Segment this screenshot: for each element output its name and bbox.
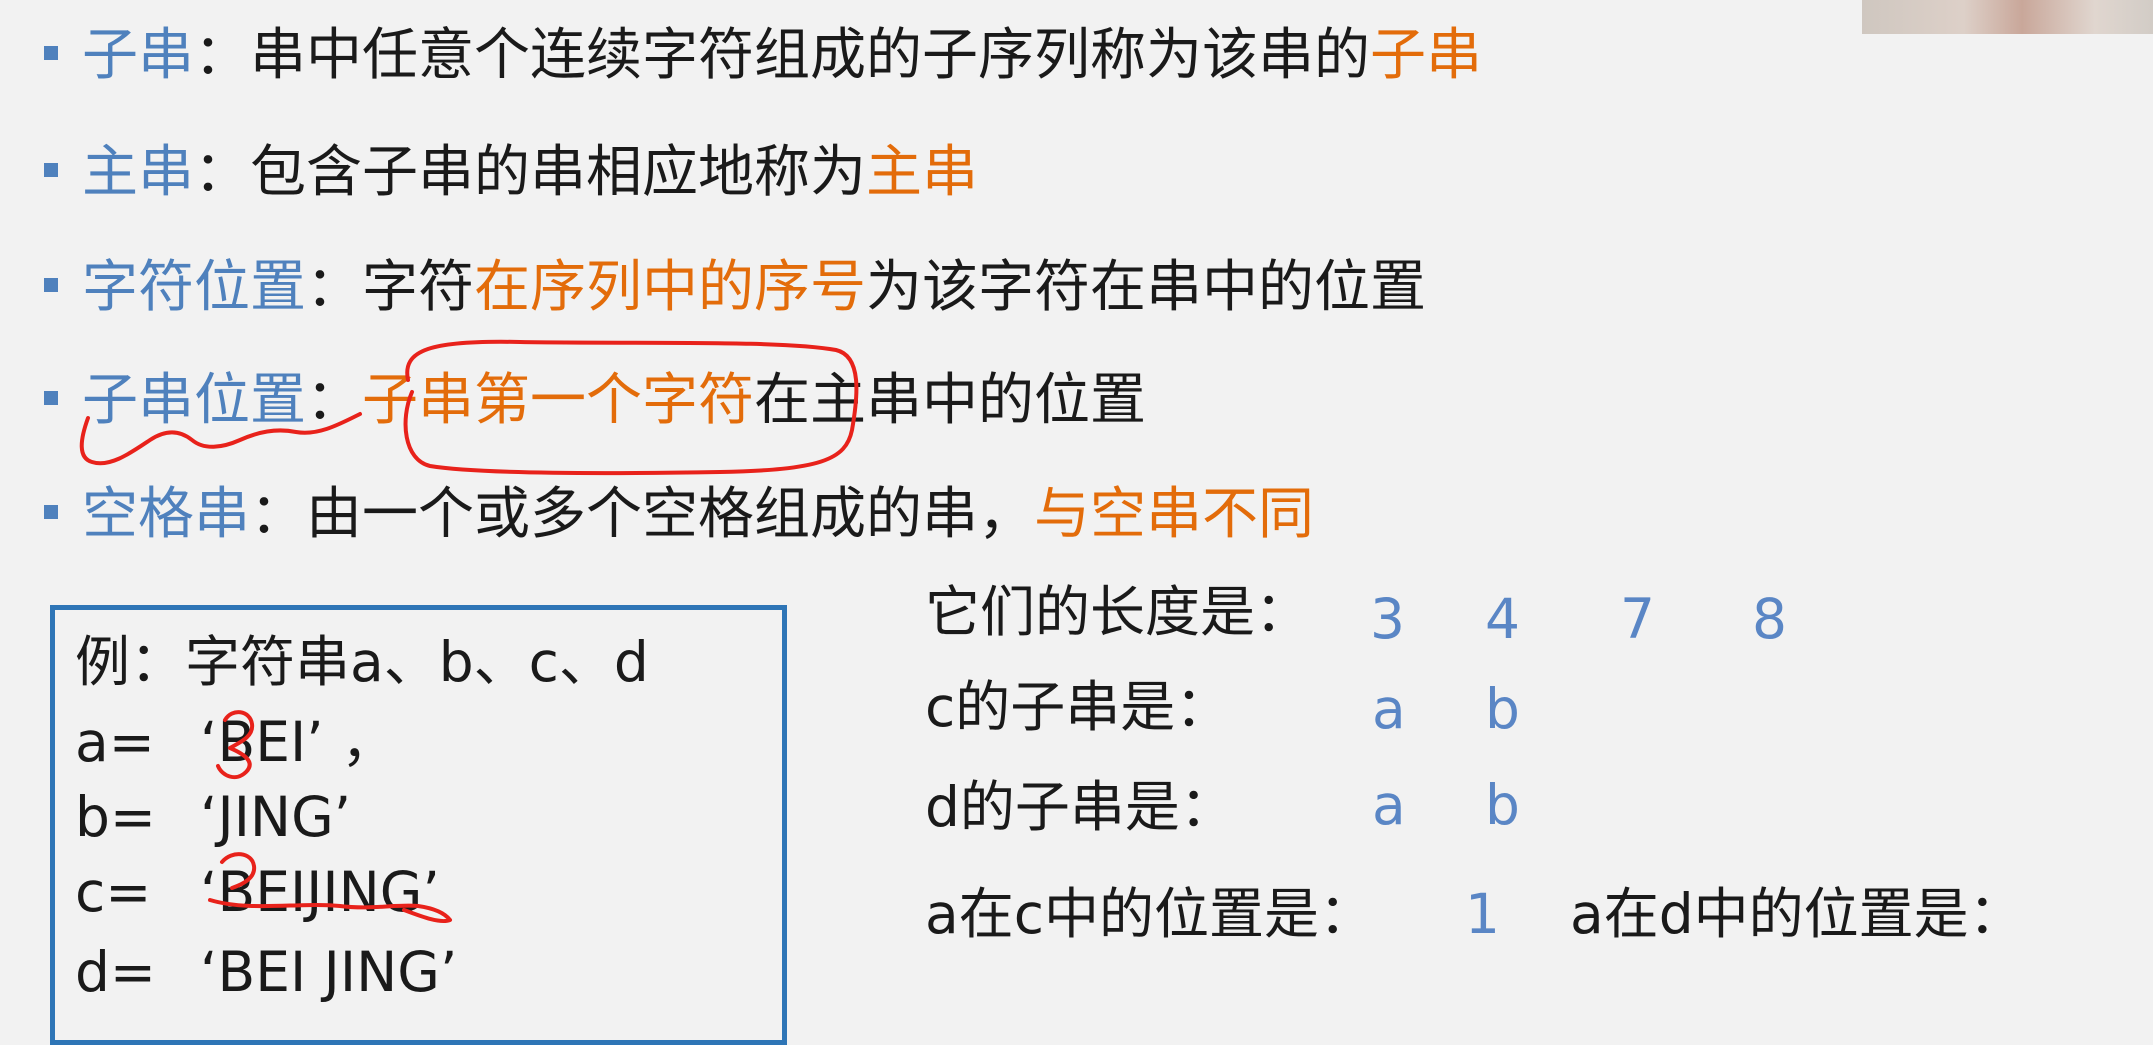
webcam-overlay: [1862, 0, 2153, 34]
example-label: c=: [75, 860, 152, 924]
term-label: 字符位置: [82, 255, 306, 320]
a-in-d-question: a在d中的位置是：: [1570, 882, 2024, 946]
example-label: d=: [75, 940, 156, 1004]
definition-substring: 子串：串中任意个连续字符组成的子序列称为该串的子串: [44, 28, 1482, 84]
definition-text: 由一个或多个空格组成的串，: [306, 482, 1034, 547]
definition-text: 字符: [362, 255, 474, 320]
definition-text: 串中任意个连续字符组成的子序列称为该串的: [250, 23, 1370, 88]
bullet-icon: [44, 504, 58, 519]
bullet-icon: [44, 45, 58, 60]
example-row-c: c= ‘BEIJING’: [75, 865, 440, 920]
example-value: ‘JING’: [200, 785, 352, 849]
highlight-text: 主串: [866, 140, 978, 205]
highlight-text: 与空串不同: [1034, 482, 1314, 547]
definition-substring-position: 子串位置：子串第一个字符在主串中的位置: [44, 373, 1146, 429]
d-substring-answer-a: a: [1372, 773, 1406, 837]
bullet-icon: [44, 162, 58, 177]
example-box: 例：字符串a、b、c、d a= ‘BEI’ ， b= ‘JING’ c= ‘BEIJI…: [50, 605, 787, 1045]
term-label: 子串: [82, 23, 194, 88]
highlight-text: 子串第一个字符: [362, 368, 754, 433]
a-in-c-question: a在c中的位置是：: [925, 882, 1374, 946]
c-substring-question: c的子串是：: [925, 675, 1231, 739]
d-substring-question: d的子串是：: [925, 775, 1235, 839]
definition-space-string: 空格串：由一个或多个空格组成的串，与空串不同: [44, 487, 1314, 543]
example-row-d: d= ‘BEI JING’: [75, 945, 457, 1000]
term-label: 空格串: [82, 482, 250, 547]
highlight-text: 在序列中的序号: [474, 255, 866, 320]
c-substring-answer-a: a: [1372, 677, 1406, 741]
bullet-icon: [44, 390, 58, 405]
d-substring-answer-b: b: [1485, 773, 1520, 837]
term-label: 主串: [82, 140, 194, 205]
lengths-question: 它们的长度是：: [925, 580, 1311, 644]
definition-tail: 在主串中的位置: [754, 368, 1146, 433]
length-answer-a: 3: [1370, 587, 1405, 651]
example-value: ‘BEIJING’: [200, 860, 440, 924]
c-substring-answer-b: b: [1485, 677, 1520, 741]
example-value: ‘BEI JING’: [200, 940, 458, 1004]
bullet-icon: [44, 277, 58, 292]
example-label: b=: [75, 785, 156, 849]
length-answer-b: 4: [1485, 587, 1520, 651]
example-value: ‘BEI’ ，: [200, 710, 397, 774]
length-answer-c: 7: [1620, 587, 1655, 651]
term-label: 子串位置: [82, 368, 306, 433]
definition-tail: 为该字符在串中的位置: [866, 255, 1426, 320]
length-answer-d: 8: [1752, 587, 1787, 651]
definition-char-position: 字符位置：字符在序列中的序号为该字符在串中的位置: [44, 260, 1426, 316]
example-label: a=: [75, 710, 155, 774]
highlight-text: 子串: [1370, 23, 1482, 88]
example-title: 例：字符串a、b、c、d: [75, 630, 649, 694]
a-in-c-answer: 1: [1465, 882, 1500, 946]
definition-text: 包含子串的串相应地称为: [250, 140, 866, 205]
example-row-b: b= ‘JING’: [75, 790, 351, 845]
example-row-a: a= ‘BEI’ ，: [75, 715, 396, 770]
definition-main-string: 主串：包含子串的串相应地称为主串: [44, 145, 978, 201]
